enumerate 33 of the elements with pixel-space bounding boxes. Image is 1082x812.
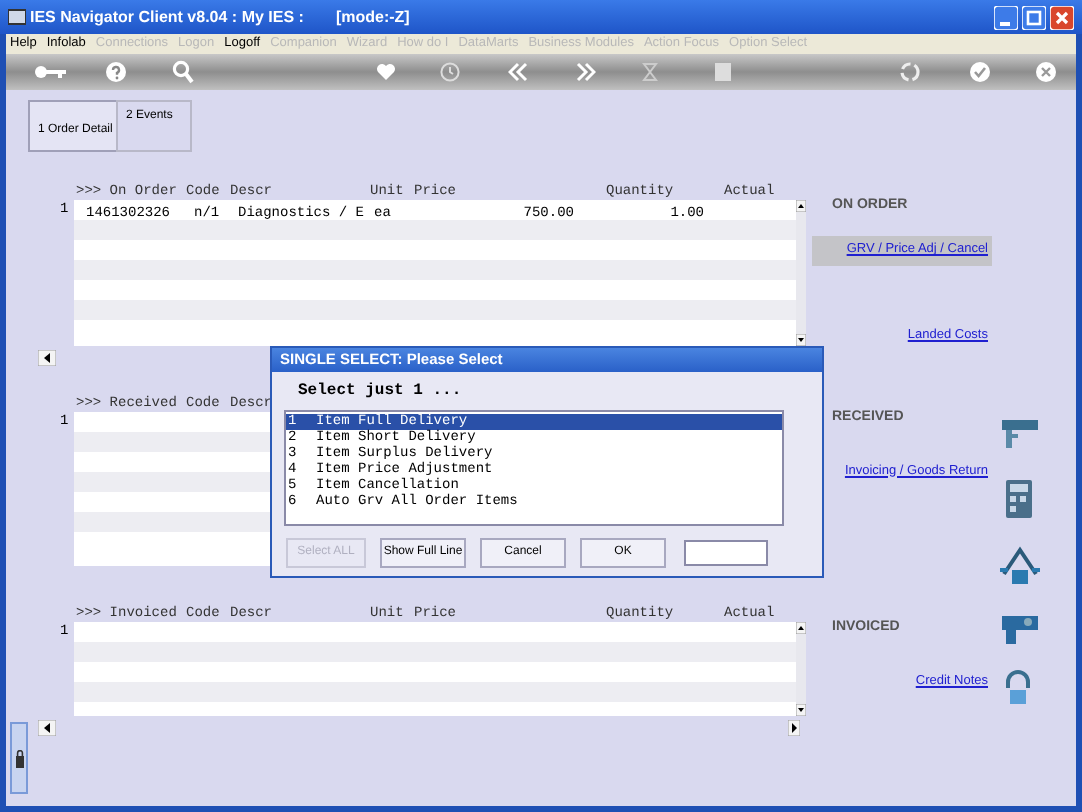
scroll-down-icon[interactable] [796, 704, 806, 716]
calculator-icon[interactable] [1006, 480, 1034, 520]
scroll-left-icon[interactable] [38, 720, 56, 736]
scroll-up-icon[interactable] [796, 200, 806, 212]
rewind-icon[interactable] [508, 62, 528, 82]
minimize-icon[interactable] [994, 5, 1018, 29]
heart-icon[interactable] [376, 62, 396, 80]
input-field[interactable] [684, 540, 768, 566]
check-icon[interactable] [970, 62, 990, 82]
window-title: IES Navigator Client v8.04 : My IES : [30, 5, 304, 29]
scroll-right-icon[interactable] [788, 720, 800, 736]
lock-icon[interactable] [1004, 670, 1032, 706]
close-icon[interactable] [1036, 62, 1056, 82]
app-icon [8, 8, 26, 26]
scroll-up-icon[interactable] [796, 622, 806, 634]
hourglass-icon[interactable] [642, 62, 658, 82]
lock-icon[interactable] [15, 749, 23, 767]
scroll-down-icon[interactable] [796, 334, 806, 346]
vertical-scrollbar[interactable] [796, 200, 806, 346]
square-icon[interactable] [714, 62, 732, 82]
maximize-icon[interactable] [1022, 5, 1046, 29]
clock-icon[interactable] [440, 62, 460, 82]
search-icon[interactable] [172, 60, 194, 84]
help-icon[interactable] [106, 62, 126, 82]
close-icon[interactable] [1050, 5, 1074, 29]
window-mode: [mode:-Z] [335, 5, 410, 29]
recycle-icon[interactable] [900, 62, 920, 82]
key-icon[interactable] [34, 64, 66, 80]
scale-icon[interactable] [998, 546, 1042, 586]
vertical-scrollbar[interactable] [796, 622, 806, 716]
scroll-left-icon[interactable] [38, 350, 56, 366]
prompt-text: Select just 1 ... [298, 384, 464, 400]
forward-icon[interactable] [576, 62, 596, 82]
